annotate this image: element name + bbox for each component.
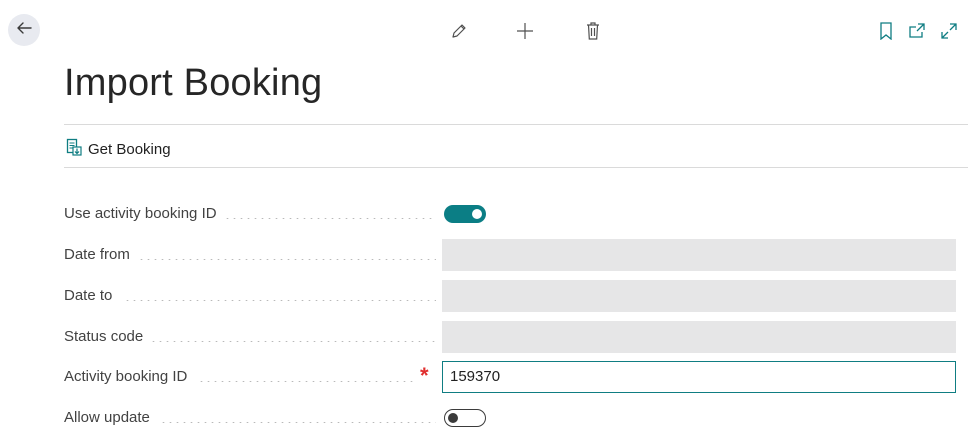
divider: [64, 124, 968, 125]
toggle-knob: [448, 412, 458, 423]
dot-leader: [160, 422, 436, 423]
activity-booking-id-field[interactable]: [442, 361, 956, 393]
field-row-date-from: Date from: [64, 239, 956, 271]
field-label: Date from: [64, 246, 130, 263]
dot-leader: [224, 218, 436, 219]
field-row-date-to: Date to: [64, 280, 956, 312]
field-label: Use activity booking ID: [64, 205, 217, 222]
back-arrow-icon: [15, 19, 33, 42]
field-label: Allow update: [64, 409, 150, 426]
open-new-window-icon: [908, 22, 926, 40]
trash-icon: [585, 21, 601, 41]
get-booking-label: Get Booking: [88, 140, 171, 158]
field-label: Status code: [64, 328, 144, 345]
get-booking-button[interactable]: Get Booking: [66, 138, 171, 160]
required-asterisk-icon: *: [420, 363, 429, 388]
toggle-knob: [472, 209, 482, 219]
new-button[interactable]: [513, 19, 537, 43]
edit-button[interactable]: [448, 20, 470, 42]
use-activity-booking-id-toggle[interactable]: [444, 205, 486, 223]
dot-leader: [138, 259, 436, 260]
field-row-use-activity-booking-id: Use activity booking ID: [64, 198, 956, 230]
status-code-field[interactable]: [442, 321, 956, 353]
activity-booking-id-input[interactable]: [450, 362, 948, 391]
dot-leader: [198, 381, 414, 382]
bookmark-button[interactable]: [876, 20, 896, 42]
field-label: Activity booking ID: [64, 368, 188, 385]
allow-update-toggle[interactable]: [444, 409, 486, 427]
date-to-field[interactable]: [442, 280, 956, 312]
field-label: Date to: [64, 287, 113, 304]
date-from-field[interactable]: [442, 239, 956, 271]
divider: [64, 167, 968, 168]
dot-leader: [150, 341, 436, 342]
open-new-window-button[interactable]: [906, 20, 928, 42]
bookmark-icon: [879, 22, 893, 40]
field-row-allow-update: Allow update: [64, 402, 956, 434]
delete-button[interactable]: [582, 19, 604, 43]
dot-leader: [124, 300, 436, 301]
plus-icon: [515, 21, 535, 41]
page-title: Import Booking: [64, 62, 323, 104]
expand-button[interactable]: [938, 20, 960, 42]
field-row-status-code: Status code: [64, 321, 956, 353]
pencil-icon: [450, 22, 468, 40]
expand-icon: [940, 22, 958, 40]
get-booking-icon: [66, 138, 82, 160]
back-button[interactable]: [8, 14, 40, 46]
field-row-activity-booking-id: Activity booking ID *: [64, 361, 956, 393]
